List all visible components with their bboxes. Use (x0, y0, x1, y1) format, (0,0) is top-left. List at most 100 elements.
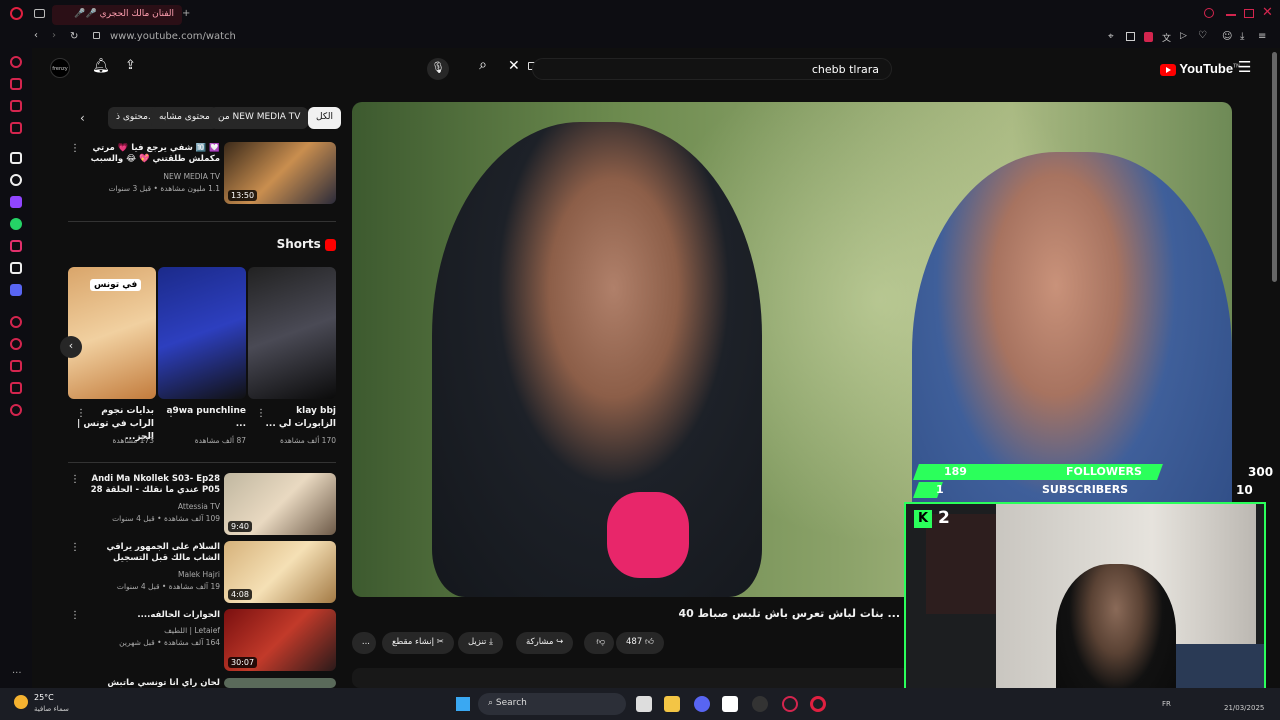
account-icon[interactable]: ☺ (1222, 31, 1232, 42)
shorts-heading: Shorts (250, 237, 336, 251)
task-view-icon[interactable] (636, 696, 652, 712)
clip-button[interactable]: ✂ إنشاء مقطع (382, 632, 454, 654)
dc-app-icon[interactable] (722, 696, 738, 712)
download-icon[interactable]: ⤓ (1240, 31, 1244, 42)
start-windows-icon[interactable] (456, 697, 470, 711)
app-icon[interactable] (752, 696, 768, 712)
channel-name[interactable]: Malek Hajri (84, 569, 220, 580)
search-input[interactable]: chebb tlrara (532, 58, 892, 80)
video-menu-icon[interactable]: ⋮ (70, 143, 80, 154)
browser-tab[interactable]: الفنان مالك الحجري 🎤🎤 (52, 5, 182, 25)
bookmark-icon[interactable]: ⌖ (1108, 31, 1114, 42)
address-bar: ‹ › ↻ www.youtube.com/watch ⌖ 文 ▷ ♡ ☺ ⤓ … (0, 28, 1280, 48)
like-dislike-button[interactable]: 👍︎ 487 (616, 632, 664, 654)
channel-name[interactable]: NEW MEDIA TV (84, 171, 220, 182)
video-title[interactable]: Andi Ma Nkollek S03- Ep28 P05 عندي ما نق… (84, 474, 220, 496)
language-indicator[interactable]: FR (1162, 700, 1171, 708)
hamburger-menu-icon[interactable]: ☰ (1238, 58, 1251, 76)
reload-icon[interactable]: ↻ (70, 31, 78, 42)
forward-icon[interactable]: › (52, 30, 56, 41)
more-icon[interactable]: ··· (12, 668, 22, 679)
short-thumbnail[interactable] (158, 267, 246, 399)
menu-icon[interactable]: ≡ (1258, 31, 1266, 42)
back-icon[interactable]: ‹ (34, 30, 38, 41)
voice-search-icon[interactable]: 🎙︎ (427, 58, 449, 80)
language-icon[interactable]: ▷ (1180, 31, 1187, 41)
more-actions-button[interactable]: ... (352, 632, 376, 654)
short-title[interactable]: a9wa punchline ... (166, 405, 246, 431)
dislike-button[interactable]: 👎︎ (584, 632, 614, 654)
short-thumbnail[interactable]: في تونس (68, 267, 156, 399)
opera-gx-icon[interactable] (782, 696, 798, 712)
channel-name[interactable]: Attessia TV (84, 501, 220, 512)
whatsapp-icon[interactable] (10, 218, 22, 230)
downloads-icon[interactable] (10, 360, 22, 372)
video-thumbnail[interactable]: 30:07 (224, 609, 336, 671)
close-window-button[interactable]: ✕ (1262, 5, 1273, 20)
search-button-icon[interactable]: ⌕ (472, 57, 494, 79)
history-icon[interactable] (10, 316, 22, 328)
youtube-logo[interactable]: YouTubeTN (1160, 61, 1240, 76)
avatar[interactable]: frenzy (50, 58, 70, 78)
page-scrollbar[interactable] (1272, 52, 1277, 282)
messenger-icon[interactable] (10, 78, 22, 90)
tiktok-icon[interactable] (10, 262, 22, 274)
chip-channel[interactable]: من NEW MEDIA TV (210, 107, 309, 129)
short-thumbnail[interactable] (248, 267, 336, 399)
translate-icon[interactable]: 文 (1162, 31, 1171, 44)
video-title[interactable]: لحان راي أنا تونسي ماتبش جزائري ملعش (84, 678, 220, 688)
aria-icon[interactable] (10, 56, 22, 68)
video-menu-icon[interactable]: ⋮ (70, 542, 80, 553)
video-title[interactable]: 💟 🔟 شفي يرجع فيا 💗 مرتي مكملش طلقتني 💖 😂… (84, 143, 220, 165)
download-button[interactable]: ⤓ تنزيل (458, 632, 503, 654)
file-explorer-icon[interactable] (664, 696, 680, 712)
discord-taskbar-icon[interactable] (694, 696, 710, 712)
clock-icon[interactable] (10, 338, 22, 350)
search-tabs-icon[interactable] (1204, 8, 1214, 18)
video-menu-icon[interactable]: ⋮ (70, 474, 80, 485)
heart-icon[interactable]: ♡ (1198, 30, 1207, 41)
clock-date[interactable]: 21/03/2025 (1224, 704, 1264, 712)
chatgpt-icon[interactable] (10, 174, 22, 186)
video-title[interactable]: السلام على الجمهور يرافي الشاب مالك قبل … (84, 542, 220, 564)
maximize-button[interactable] (1244, 9, 1254, 18)
video-thumbnail[interactable]: 4:08 (224, 541, 336, 603)
pinboard-icon[interactable] (10, 100, 22, 112)
chip-similar[interactable]: محتوى مشابه (151, 107, 218, 129)
settings-icon[interactable] (10, 404, 22, 416)
duration-badge: 4:08 (228, 589, 252, 600)
opera-logo-icon[interactable] (10, 7, 23, 20)
shorts-prev-icon[interactable]: ‹ (60, 336, 82, 358)
new-tab-button[interactable]: + (182, 8, 190, 19)
snapshot-icon[interactable] (1126, 32, 1135, 41)
taskbar-search[interactable]: ⌕ Search (478, 693, 626, 715)
short-menu-icon[interactable]: ⋮ (76, 408, 86, 419)
extensions-icon[interactable] (10, 382, 22, 394)
notifications-bell-icon[interactable]: 🔔︎ (92, 58, 110, 74)
video-thumbnail[interactable]: 9:40 (224, 473, 336, 535)
share-button[interactable]: ↪ مشاركة (516, 632, 574, 654)
twitch-icon[interactable] (10, 196, 22, 208)
adblock-icon[interactable] (1144, 32, 1153, 42)
opera-icon[interactable] (810, 696, 826, 712)
chip-all[interactable]: الكل (308, 107, 342, 129)
create-upload-icon[interactable]: ⇪ (125, 58, 136, 73)
weather-icon[interactable] (14, 695, 28, 709)
discord-icon[interactable] (10, 284, 22, 296)
minimize-button[interactable] (1226, 14, 1236, 16)
short-menu-icon[interactable]: ⋮ (256, 408, 266, 419)
url-field[interactable]: www.youtube.com/watch (110, 31, 236, 42)
channel-name[interactable]: Letaief | اللطيف (84, 625, 220, 636)
player-icon[interactable] (10, 122, 22, 134)
short-menu-icon[interactable]: ⋮ (166, 408, 176, 419)
video-title[interactable]: الحوارات الحالفه.... (84, 610, 220, 621)
video-menu-icon[interactable]: ⋮ (70, 610, 80, 621)
chips-next-icon[interactable]: ‹ (80, 111, 85, 125)
tab-panel-icon[interactable] (34, 9, 45, 18)
video-thumbnail[interactable] (224, 678, 336, 688)
video-thumbnail[interactable]: 13:50 (224, 142, 336, 204)
clear-search-icon[interactable]: ✕ (508, 58, 520, 74)
arc-icon[interactable] (10, 152, 22, 164)
instagram-icon[interactable] (10, 240, 22, 252)
short-title[interactable]: klay bbj الزابورات لي ... (256, 405, 337, 431)
